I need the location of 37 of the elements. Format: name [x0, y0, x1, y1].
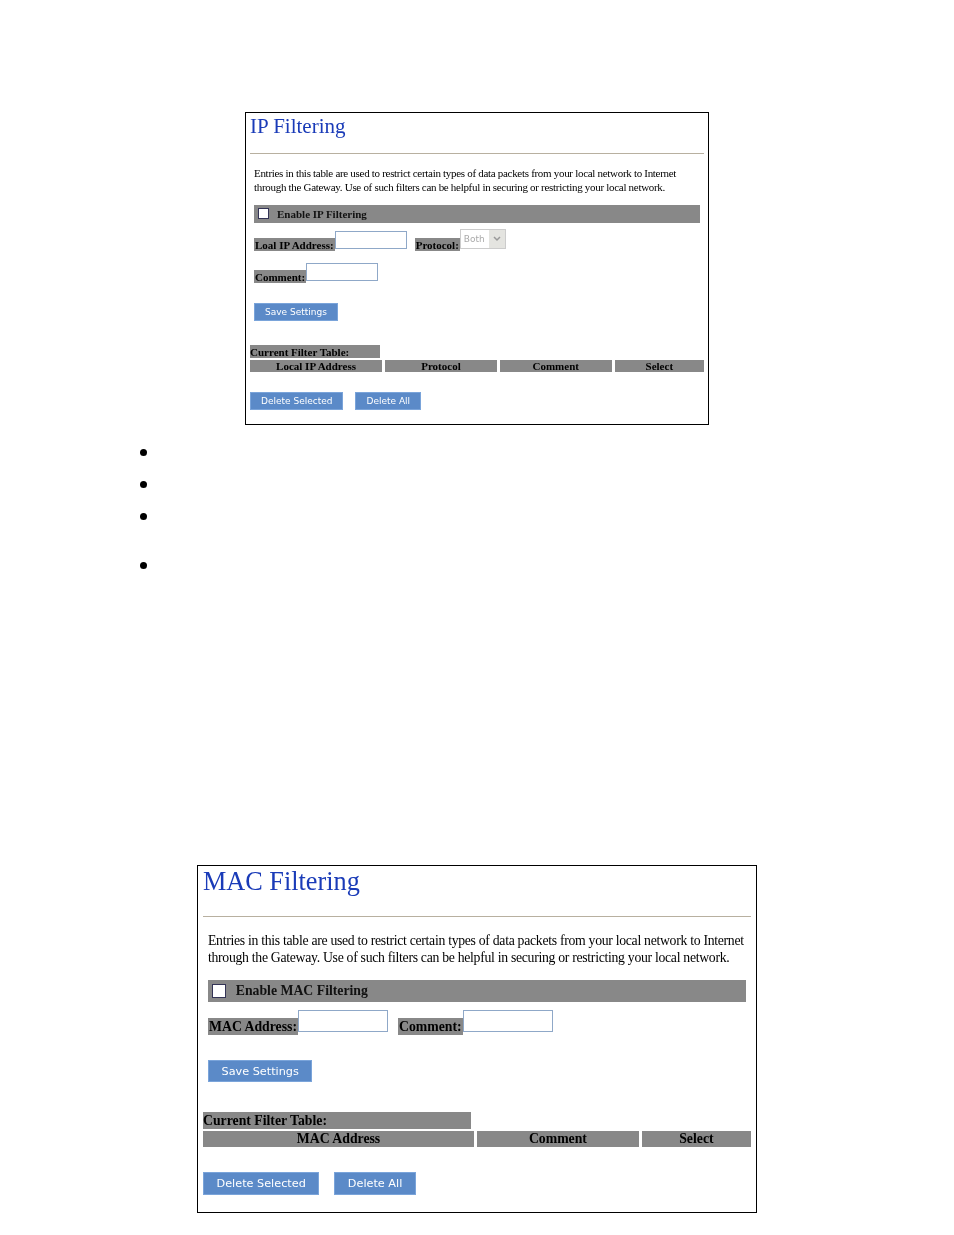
enable-label: Enable IP Filtering — [277, 207, 367, 220]
column-header: Protocol — [385, 359, 497, 372]
enable-label: Enable MAC Filtering — [235, 983, 368, 1000]
delete-button[interactable]: Delete Selected — [203, 1172, 320, 1195]
bullet-icon — [140, 561, 147, 569]
panel-title: IP Filtering — [250, 115, 347, 140]
column-header: Local IP Address — [250, 359, 383, 372]
enable-checkbox[interactable] — [212, 984, 226, 998]
panel-title: MAC Filtering — [203, 868, 361, 899]
input-field[interactable] — [298, 1009, 388, 1033]
column-header: Comment — [499, 359, 612, 372]
enable-checkbox[interactable] — [258, 208, 269, 220]
caret-icon — [488, 229, 505, 248]
field-label: Protocol: — [414, 237, 460, 251]
field-label: Loal IP Address: — [254, 237, 335, 251]
input-field[interactable] — [334, 230, 407, 249]
save-settings-button[interactable]: Save Settings — [208, 1059, 313, 1083]
column-header: MAC Address — [203, 1131, 474, 1148]
column-header: Select — [614, 359, 704, 372]
delete-button[interactable]: Delete All — [334, 1172, 416, 1195]
column-header: Comment — [477, 1131, 639, 1148]
table-title: Current Filter Table: — [250, 344, 380, 358]
bullet-icon — [140, 512, 147, 520]
bullet-icon — [140, 480, 147, 488]
description-text: Entries in this table are used to restrict certain types of data packets from your local network to Internet through the Gateway. Use of such filters can be helpful in securing or restricting your local network. — [208, 931, 745, 968]
field-label: Comment: — [398, 1017, 463, 1035]
input-field[interactable] — [462, 1009, 553, 1033]
save-settings-button[interactable]: Save Settings — [254, 302, 338, 321]
delete-button[interactable]: Delete All — [355, 391, 422, 410]
field-label: MAC Address: — [208, 1017, 298, 1035]
bullet-icon — [140, 448, 147, 456]
description-text: Entries in this table are used to restrict certain types of data packets from your local network to Internet through the Gateway. Use of such filters can be helpful in securing or restricting your local network. — [254, 166, 678, 195]
column-header: Select — [641, 1131, 751, 1148]
delete-button[interactable]: Delete Selected — [250, 391, 344, 410]
field-label: Comment: — [254, 269, 307, 283]
table-title: Current Filter Table: — [203, 1112, 471, 1130]
input-field[interactable] — [306, 262, 379, 281]
